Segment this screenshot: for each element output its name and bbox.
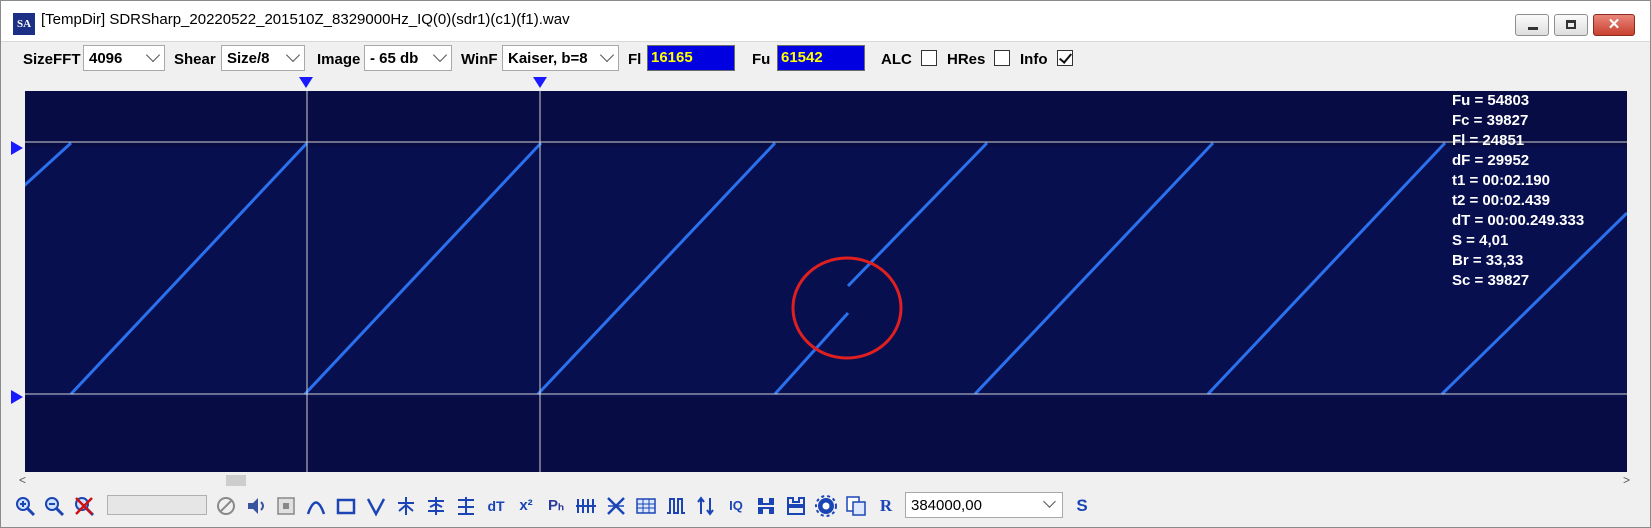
info-sc: Sc = 39827 <box>1452 272 1530 289</box>
image-select[interactable]: - 65 db <box>364 45 452 71</box>
info-t1: t1 = 00:02.190 <box>1452 172 1550 189</box>
info-br: Br = 33,33 <box>1452 252 1524 269</box>
copy-icon[interactable] <box>845 495 867 517</box>
zoom-reset-icon[interactable] <box>73 495 95 517</box>
scroll-left-icon[interactable]: < <box>19 473 26 487</box>
scroll-thumb[interactable] <box>226 475 246 486</box>
minimize-button[interactable] <box>1515 14 1549 36</box>
disabled-icon[interactable] <box>215 495 237 517</box>
fm-icon[interactable] <box>305 495 327 517</box>
info-fc: Fc = 39827 <box>1452 112 1529 129</box>
stop-icon[interactable] <box>275 495 297 517</box>
sizefft-label: SizeFFT <box>23 51 81 68</box>
r-icon[interactable]: R <box>875 495 897 517</box>
spectrogram-view[interactable]: Fu = 54803 Fc = 39827 Fl = 24851 dF = 29… <box>25 91 1627 472</box>
fu-input[interactable]: 61542 <box>777 45 865 71</box>
chevron-down-icon <box>285 47 301 63</box>
zoom-out-icon[interactable] <box>43 495 65 517</box>
sample-rate-select[interactable]: 384000,00 <box>905 492 1063 518</box>
marker-t1-handle[interactable] <box>299 77 313 88</box>
marker-fu-handle[interactable] <box>11 141 23 155</box>
close-button[interactable]: ✕ <box>1593 14 1635 36</box>
settings-toolbar: SizeFFT 4096 Shear Size/8 Image - 65 db … <box>1 42 1650 76</box>
info-label: Info <box>1020 51 1048 68</box>
image-label: Image <box>317 51 361 68</box>
chevron-down-icon <box>432 47 448 63</box>
shear-label: Shear <box>174 51 216 68</box>
tune3-icon[interactable] <box>455 495 477 517</box>
app-icon: SA <box>13 13 35 35</box>
fl-value: 16165 <box>651 49 693 66</box>
gear-icon[interactable] <box>815 495 837 517</box>
rect-icon[interactable] <box>335 495 357 517</box>
fu-label: Fu <box>752 51 771 68</box>
cross-icon[interactable] <box>605 495 627 517</box>
v-icon[interactable] <box>365 495 387 517</box>
checkmark-icon <box>1058 50 1073 64</box>
s-icon[interactable]: S <box>1071 495 1093 517</box>
minimize-icon <box>1528 27 1538 30</box>
winf-value: Kaiser, b=8 <box>508 50 588 67</box>
spectrogram-canvas <box>25 91 1627 472</box>
image-value: - 65 db <box>370 50 419 67</box>
chevron-down-icon <box>1043 495 1056 508</box>
alc-checkbox[interactable] <box>921 50 937 66</box>
info-df: dF = 29952 <box>1452 152 1530 169</box>
sample-rate-value: 384000,00 <box>911 497 982 514</box>
pattern1-icon[interactable] <box>755 495 777 517</box>
info-checkbox[interactable] <box>1057 50 1073 66</box>
bottom-toolbar: dT x² Pₕ IQ R 384000,00 S <box>1 489 1650 527</box>
pulse-icon[interactable] <box>665 495 687 517</box>
window-title: [TempDir] SDRSharp_20220522_201510Z_8329… <box>41 11 570 28</box>
dt-icon[interactable]: dT <box>485 495 507 517</box>
tune2-icon[interactable] <box>425 495 447 517</box>
shear-select[interactable]: Size/8 <box>221 45 305 71</box>
info-dt: dT = 00:00.249.333 <box>1452 212 1585 229</box>
maximize-icon <box>1566 20 1576 29</box>
marker-fl-handle[interactable] <box>11 390 23 404</box>
info-s: S = 4,01 <box>1452 232 1509 249</box>
shear-value: Size/8 <box>227 50 270 67</box>
analyzer-window: SA [TempDir] SDRSharp_20220522_201510Z_8… <box>0 0 1651 528</box>
winf-label: WinF <box>461 51 498 68</box>
chevron-down-icon <box>145 47 161 63</box>
arrows-icon[interactable] <box>695 495 717 517</box>
marker-t2-handle[interactable] <box>533 77 547 88</box>
fl-label: Fl <box>628 51 642 68</box>
pattern2-icon[interactable] <box>785 495 807 517</box>
sizefft-value: 4096 <box>89 50 123 67</box>
iq-icon[interactable]: IQ <box>725 495 747 517</box>
x2-icon[interactable]: x² <box>515 495 537 517</box>
info-fu: Fu = 54803 <box>1452 92 1530 109</box>
info-panel: Fu = 54803 Fc = 39827 Fl = 24851 dF = 29… <box>1452 91 1584 291</box>
speaker-icon[interactable] <box>245 495 267 517</box>
signal-band <box>25 147 1627 397</box>
fl-input[interactable]: 16165 <box>647 45 735 71</box>
info-t2: t2 = 00:02.439 <box>1452 192 1550 209</box>
horizontal-scrollbar[interactable]: < > <box>1 473 1650 487</box>
alc-label: ALC <box>881 51 912 68</box>
bars-icon[interactable] <box>575 495 597 517</box>
hres-label: HRes <box>947 51 986 68</box>
fu-value: 61542 <box>781 49 823 66</box>
hres-checkbox[interactable] <box>994 50 1010 66</box>
sizefft-select[interactable]: 4096 <box>83 45 165 71</box>
close-icon: ✕ <box>1607 16 1621 33</box>
grid-icon[interactable] <box>635 495 657 517</box>
progress-bar <box>107 495 207 515</box>
plot-frame: Fu = 54803 Fc = 39827 Fl = 24851 dF = 29… <box>1 77 1650 473</box>
scroll-right-icon[interactable]: > <box>1623 473 1630 487</box>
info-fl: Fl = 24851 <box>1452 132 1525 149</box>
tune-icon[interactable] <box>395 495 417 517</box>
ph-icon[interactable]: Pₕ <box>545 495 567 517</box>
maximize-button[interactable] <box>1554 14 1588 36</box>
winf-select[interactable]: Kaiser, b=8 <box>502 45 619 71</box>
title-bar[interactable]: SA [TempDir] SDRSharp_20220522_201510Z_8… <box>1 1 1650 42</box>
chevron-down-icon <box>599 47 615 63</box>
zoom-in-icon[interactable] <box>14 495 36 517</box>
